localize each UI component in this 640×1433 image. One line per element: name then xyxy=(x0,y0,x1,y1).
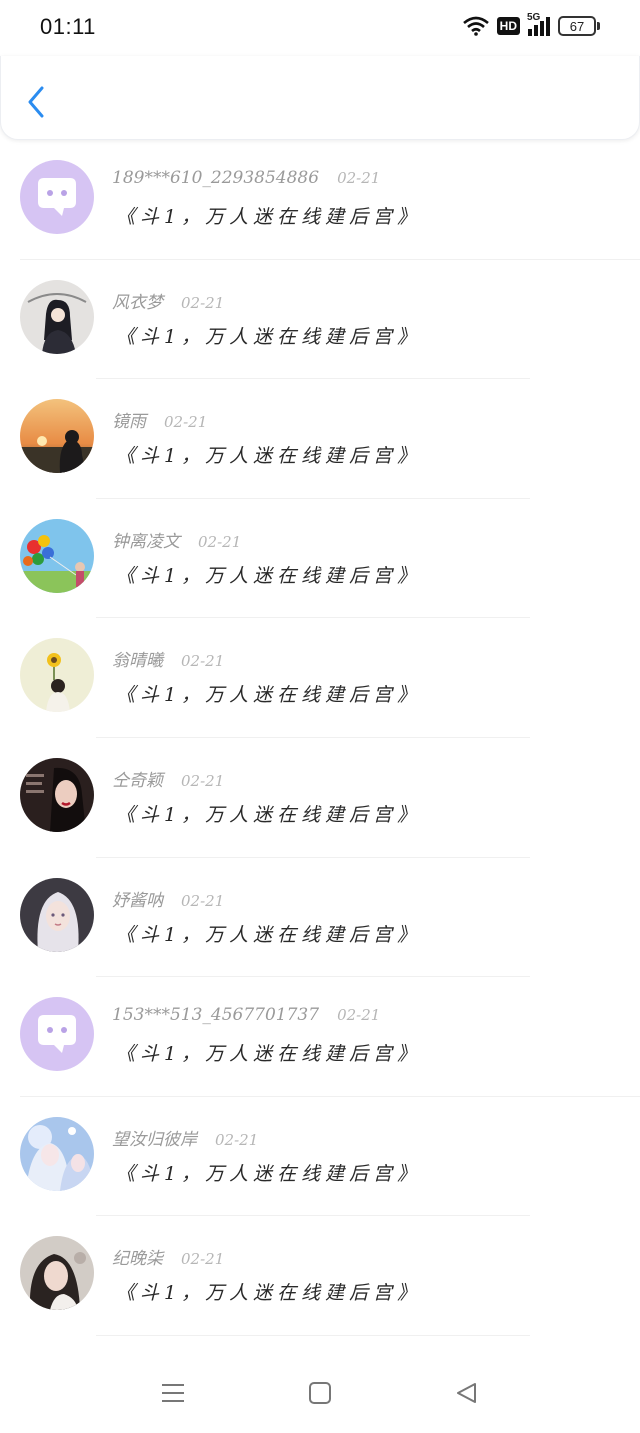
avatar xyxy=(20,399,94,474)
message-text: 《斗1，万人迷在线建后宫》 xyxy=(116,1043,422,1066)
list-item[interactable]: 风衣梦 02-21 《斗1，万人迷在线建后宫》 xyxy=(0,260,640,380)
list-item[interactable]: 翁晴曦 02-21 《斗1，万人迷在线建后宫》 xyxy=(0,618,640,738)
list-item[interactable]: 仝奇颖 02-21 《斗1，万人迷在线建后宫》 xyxy=(0,738,640,858)
status-bar: 01:11 HD 5G 67 xyxy=(0,0,640,56)
message-meta: 妤酱呐 02-21 xyxy=(112,886,224,911)
avatar xyxy=(20,160,94,234)
sender-name: 仝奇颖 xyxy=(112,770,163,791)
list-item[interactable]: 钟离凌文 02-21 《斗1，万人迷在线建后宫》 xyxy=(0,499,640,619)
home-button[interactable] xyxy=(300,1375,340,1415)
header-bar xyxy=(0,56,640,140)
list-item[interactable]: 189***610_2293854886 02-21 《斗1，万人迷在线建后宫》 xyxy=(0,140,640,260)
message-text: 《斗1，万人迷在线建后宫》 xyxy=(116,325,422,348)
message-time: 02-21 xyxy=(181,891,225,910)
avatar xyxy=(20,757,94,832)
message-time: 02-21 xyxy=(337,169,381,187)
sender-name: 翁晴曦 xyxy=(112,651,163,672)
back-triangle-icon xyxy=(455,1381,479,1409)
message-time: 02-21 xyxy=(215,1130,259,1149)
wifi-icon xyxy=(462,16,489,36)
default-chat-icon xyxy=(20,997,94,1072)
message-meta: 仝奇颖 02-21 xyxy=(112,766,224,791)
message-meta: 镜雨 02-21 xyxy=(112,407,207,432)
message-time: 02-21 xyxy=(181,1250,225,1269)
message-meta: 望汝归彼岸 02-21 xyxy=(112,1125,258,1150)
list-item[interactable]: 妤酱呐 02-21 《斗1，万人迷在线建后宫》 xyxy=(0,858,640,978)
divider xyxy=(96,1334,530,1336)
message-time: 02-21 xyxy=(181,771,225,790)
sender-name: 153***513_4567701737 xyxy=(112,1005,320,1026)
avatar xyxy=(20,638,94,713)
message-text: 《斗1，万人迷在线建后宫》 xyxy=(116,684,422,707)
avatar xyxy=(20,1236,94,1311)
system-back-button[interactable] xyxy=(447,1375,487,1415)
default-chat-icon xyxy=(20,160,94,234)
message-meta: 翁晴曦 02-21 xyxy=(112,646,224,671)
message-text: 《斗1，万人迷在线建后宫》 xyxy=(116,923,422,946)
message-text: 《斗1，万人迷在线建后宫》 xyxy=(116,564,422,587)
message-meta: 189***610_2293854886 02-21 xyxy=(112,168,380,188)
message-time: 02-21 xyxy=(181,652,225,671)
message-time: 02-21 xyxy=(164,413,208,432)
hd-badge: HD xyxy=(496,17,520,35)
message-text: 《斗1，万人迷在线建后宫》 xyxy=(116,1162,422,1185)
battery-icon: 67 xyxy=(558,16,600,36)
sender-name: 钟离凌文 xyxy=(112,531,180,552)
sender-name: 风衣梦 xyxy=(112,292,163,313)
battery-level: 67 xyxy=(569,18,585,34)
list-item[interactable]: 望汝归彼岸 02-21 《斗1，万人迷在线建后宫》 xyxy=(0,1097,640,1217)
avatar xyxy=(20,997,94,1072)
sender-name: 纪晚柒 xyxy=(112,1249,163,1270)
avatar xyxy=(20,877,94,952)
message-meta: 153***513_4567701737 02-21 xyxy=(112,1005,380,1025)
avatar xyxy=(20,518,94,593)
avatar xyxy=(20,1116,94,1191)
signal-icon: 5G xyxy=(527,12,550,36)
message-meta: 风衣梦 02-21 xyxy=(112,288,224,313)
sender-name: 镜雨 xyxy=(112,412,146,433)
home-square-icon xyxy=(308,1381,332,1409)
system-nav-bar xyxy=(0,1356,640,1433)
status-time: 01:11 xyxy=(40,14,96,39)
avatar xyxy=(20,279,94,354)
network-type-label: 5G xyxy=(527,12,541,23)
sender-name: 189***610_2293854886 xyxy=(112,168,320,188)
menu-icon xyxy=(160,1382,186,1408)
back-button[interactable] xyxy=(21,86,51,122)
sender-name: 望汝归彼岸 xyxy=(112,1129,197,1150)
message-meta: 钟离凌文 02-21 xyxy=(112,527,241,552)
list-item[interactable]: 镜雨 02-21 《斗1，万人迷在线建后宫》 xyxy=(0,379,640,499)
list-item[interactable]: 纪晚柒 02-21 《斗1，万人迷在线建后宫》 xyxy=(0,1216,640,1336)
chevron-left-icon xyxy=(27,86,45,122)
message-text: 《斗1，万人迷在线建后宫》 xyxy=(116,445,422,468)
message-text: 《斗1，万人迷在线建后宫》 xyxy=(116,803,422,826)
message-list: 189***610_2293854886 02-21 《斗1，万人迷在线建后宫》… xyxy=(0,140,640,1336)
message-time: 02-21 xyxy=(181,293,225,312)
sender-name: 妤酱呐 xyxy=(112,890,163,911)
message-time: 02-21 xyxy=(337,1006,381,1025)
message-text: 《斗1，万人迷在线建后宫》 xyxy=(116,1282,422,1305)
recent-apps-button[interactable] xyxy=(153,1375,193,1415)
status-icons: HD 5G 67 xyxy=(462,12,600,36)
message-meta: 纪晚柒 02-21 xyxy=(112,1244,224,1269)
list-item[interactable]: 153***513_4567701737 02-21 《斗1，万人迷在线建后宫》 xyxy=(0,977,640,1097)
message-text: 《斗1，万人迷在线建后宫》 xyxy=(116,206,422,228)
message-time: 02-21 xyxy=(198,532,242,551)
